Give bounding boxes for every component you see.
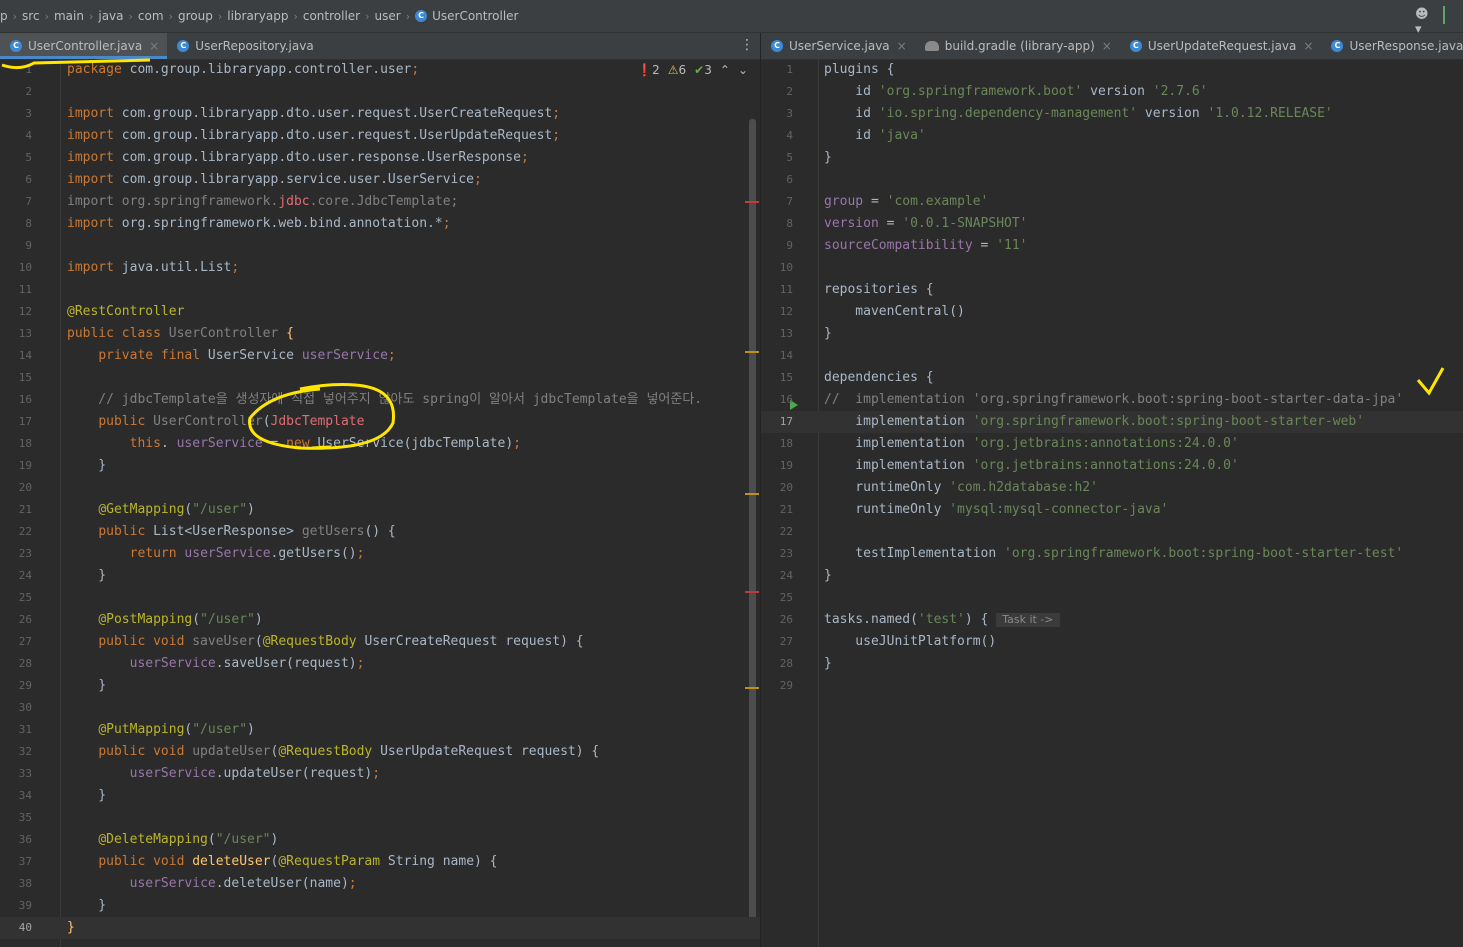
breadcrumb-label: controller (302, 9, 361, 23)
breadcrumb-label: UserController (432, 9, 519, 23)
breadcrumb-item[interactable]: UserController (415, 9, 518, 23)
editor-left: UserController.java×UserRepository.java … (0, 33, 761, 947)
breadcrumb-label: com (137, 9, 164, 23)
breadcrumb-label: group (177, 9, 213, 23)
breadcrumb-label: main (53, 9, 84, 23)
breadcrumb-label: src (22, 9, 40, 23)
breadcrumb-item[interactable]: com (138, 9, 164, 23)
breadcrumb-label: java (98, 9, 124, 23)
breadcrumb-separator-icon: › (365, 9, 370, 23)
breadcrumb-label: libraryapp (227, 9, 289, 23)
breadcrumb-separator-icon: › (405, 9, 411, 23)
breadcrumb-item[interactable]: src (22, 9, 40, 23)
breadcrumb-separator-icon: › (217, 9, 223, 23)
breadcrumb-item[interactable]: java (98, 9, 123, 23)
yellow-annotations (1, 58, 396, 450)
breadcrumb-item[interactable]: libraryapp (227, 9, 288, 23)
editor-right: UserService.java×build.gradle (library-a… (761, 33, 1463, 947)
vcs-icon[interactable] (1443, 6, 1455, 24)
breadcrumb-separator-icon: › (88, 9, 94, 23)
check-annotation (1416, 367, 1445, 396)
breadcrumb-item[interactable]: user (375, 9, 401, 23)
breadcrumb-label: p (0, 9, 8, 23)
breadcrumb-separator-icon: › (12, 9, 18, 23)
breadcrumb-item[interactable]: p (0, 9, 8, 23)
breadcrumb-item[interactable]: group (178, 9, 213, 23)
breadcrumb-item[interactable]: main (54, 9, 84, 23)
breadcrumb-separator-icon: › (168, 9, 173, 23)
breadcrumb-item[interactable]: controller (303, 9, 360, 23)
toolbar-right: ☻▾ (1415, 6, 1455, 37)
class-icon (415, 10, 428, 22)
user-icon[interactable]: ☻▾ (1415, 7, 1433, 37)
breadcrumb-separator-icon: › (293, 9, 298, 23)
breadcrumb-label: user (374, 9, 401, 23)
breadcrumb-separator-icon: › (128, 9, 133, 23)
breadcrumb-separator-icon: › (44, 9, 49, 23)
breadcrumb: p › src › main › java › com › group › libraryapp › con… (0, 0, 1463, 33)
